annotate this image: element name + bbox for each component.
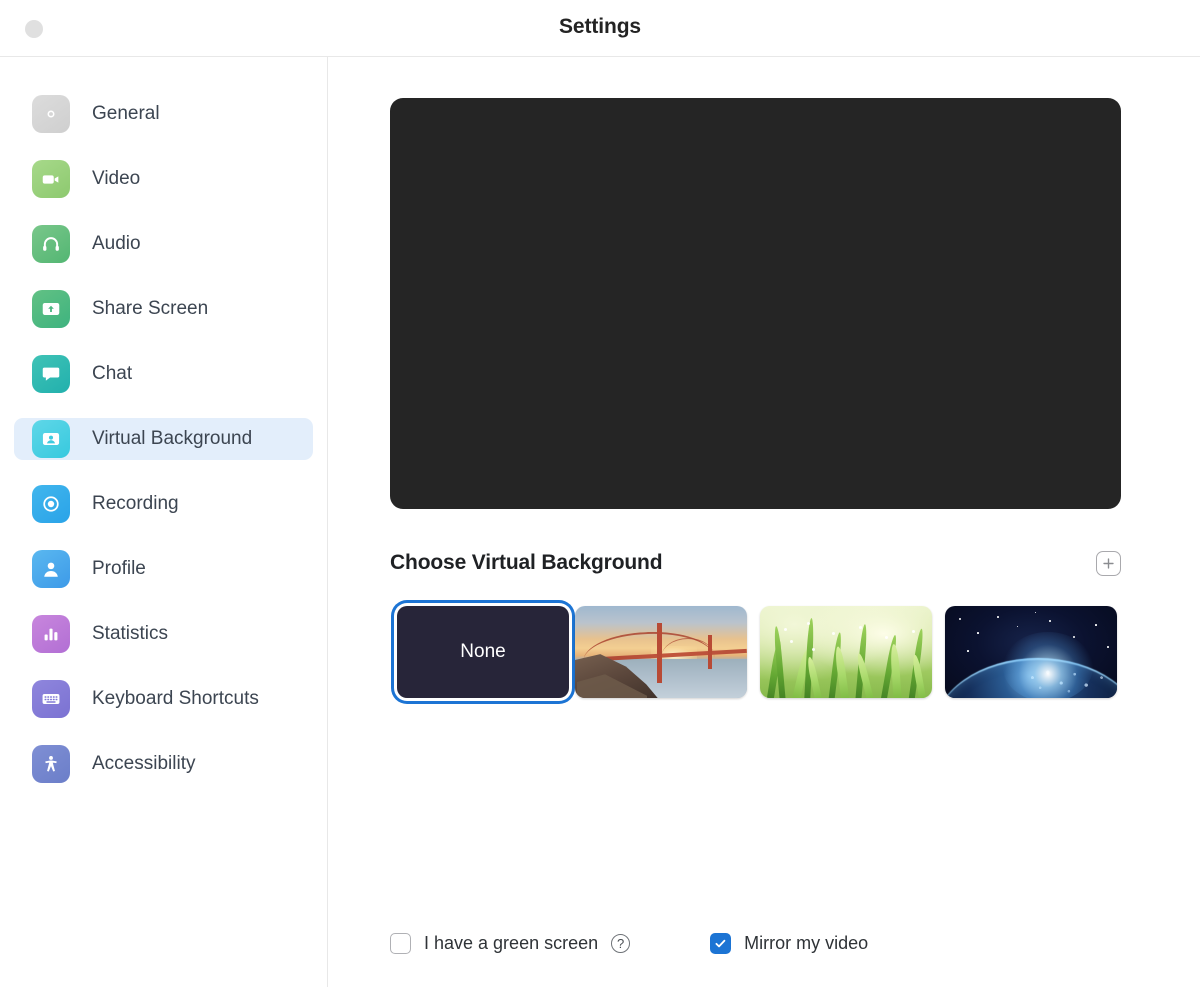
- mirror-video-option[interactable]: Mirror my video: [710, 933, 868, 954]
- sidebar-item-label: Virtual Background: [92, 428, 252, 450]
- mirror-video-checkbox[interactable]: [710, 933, 731, 954]
- background-option-grass[interactable]: [760, 606, 932, 698]
- background-option-golden-gate[interactable]: [575, 606, 747, 698]
- sidebar-item-audio[interactable]: Audio: [14, 223, 313, 265]
- bridge-tower-far: [708, 635, 712, 669]
- star: [1107, 646, 1109, 648]
- dew-drop: [832, 632, 835, 635]
- dew-drop: [859, 626, 862, 629]
- sidebar-item-label: Keyboard Shortcuts: [92, 688, 259, 710]
- sunrise-glow: [1003, 632, 1093, 698]
- sidebar-item-video[interactable]: Video: [14, 158, 313, 200]
- sidebar-item-statistics[interactable]: Statistics: [14, 613, 313, 655]
- background-option-golden-gate-wrap: [575, 606, 760, 698]
- settings-window: Settings General Video Audio Share: [0, 0, 1200, 987]
- window-titlebar: Settings: [0, 0, 1200, 57]
- accessibility-icon: [32, 745, 70, 783]
- sidebar-item-label: Accessibility: [92, 753, 195, 775]
- bar-chart-icon: [32, 615, 70, 653]
- sidebar-item-accessibility[interactable]: Accessibility: [14, 743, 313, 785]
- green-screen-checkbox[interactable]: [390, 933, 411, 954]
- background-option-earth-space[interactable]: [945, 606, 1117, 698]
- virtual-background-panel: Choose Virtual Background None: [329, 57, 1200, 987]
- window-title: Settings: [0, 15, 1200, 39]
- dew-drop: [885, 636, 888, 639]
- bridge-tower-near: [657, 623, 662, 683]
- section-header: Choose Virtual Background: [390, 546, 1121, 580]
- sidebar-item-label: Chat: [92, 363, 132, 385]
- background-option-earth-space-wrap: [945, 606, 1130, 698]
- sidebar-item-virtual-background[interactable]: Virtual Background: [14, 418, 313, 460]
- star: [977, 632, 979, 634]
- star: [1049, 620, 1051, 622]
- settings-sidebar: General Video Audio Share Screen Chat: [0, 57, 328, 987]
- mirror-video-label: Mirror my video: [744, 933, 868, 954]
- sidebar-item-keyboard-shortcuts[interactable]: Keyboard Shortcuts: [14, 678, 313, 720]
- background-option-grass-wrap: [760, 606, 945, 698]
- add-background-button[interactable]: [1096, 551, 1121, 576]
- sidebar-item-label: Share Screen: [92, 298, 208, 320]
- virtual-background-icon: [32, 420, 70, 458]
- dew-drop: [784, 628, 787, 631]
- star: [959, 618, 961, 620]
- green-screen-label: I have a green screen: [424, 933, 598, 954]
- sidebar-item-profile[interactable]: Profile: [14, 548, 313, 590]
- star: [1095, 624, 1097, 626]
- dew-drop: [812, 648, 815, 651]
- sidebar-item-label: Statistics: [92, 623, 168, 645]
- dew-drop: [912, 630, 915, 633]
- star: [967, 650, 969, 652]
- dew-drop: [790, 640, 793, 643]
- gear-icon: [32, 95, 70, 133]
- sidebar-item-recording[interactable]: Recording: [14, 483, 313, 525]
- sidebar-item-chat[interactable]: Chat: [14, 353, 313, 395]
- green-screen-option[interactable]: I have a green screen ?: [390, 933, 630, 954]
- background-thumbnail-list: None: [390, 606, 1150, 698]
- chat-bubble-icon: [32, 355, 70, 393]
- sidebar-item-general[interactable]: General: [14, 93, 313, 135]
- sidebar-item-label: Video: [92, 168, 140, 190]
- background-option-none-wrap: None: [390, 606, 575, 698]
- video-preview[interactable]: [390, 98, 1121, 509]
- background-option-label: None: [460, 641, 505, 663]
- sidebar-item-label: General: [92, 103, 160, 125]
- help-icon[interactable]: ?: [611, 934, 630, 953]
- sidebar-item-label: Profile: [92, 558, 146, 580]
- virtual-background-options: I have a green screen ? Mirror my video: [390, 933, 868, 954]
- page-title: Choose Virtual Background: [390, 551, 662, 575]
- video-camera-icon: [32, 160, 70, 198]
- star: [997, 616, 999, 618]
- sidebar-item-label: Recording: [92, 493, 179, 515]
- sidebar-item-share-screen[interactable]: Share Screen: [14, 288, 313, 330]
- person-icon: [32, 550, 70, 588]
- background-option-none[interactable]: None: [397, 606, 569, 698]
- share-screen-icon: [32, 290, 70, 328]
- dew-drop: [807, 622, 810, 625]
- record-circle-icon: [32, 485, 70, 523]
- headphones-icon: [32, 225, 70, 263]
- keyboard-icon: [32, 680, 70, 718]
- sidebar-item-label: Audio: [92, 233, 141, 255]
